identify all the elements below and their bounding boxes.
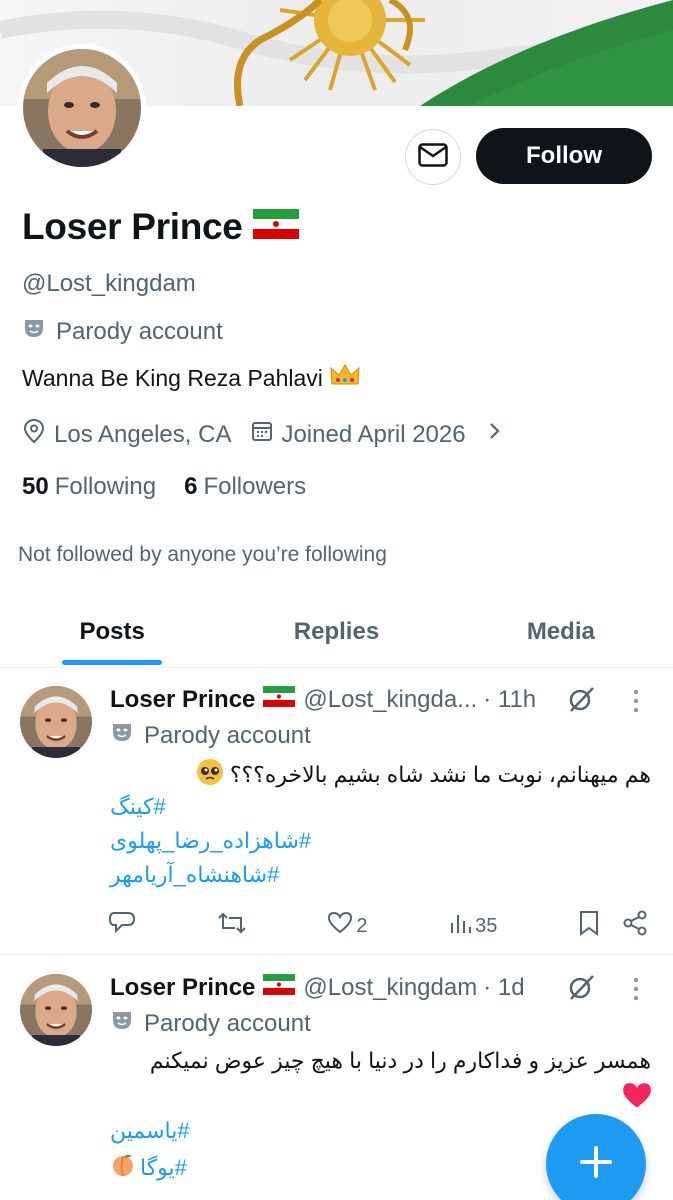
location-item: Los Angeles, CA [22,418,231,451]
heart-icon [327,911,353,941]
crown-icon [329,362,361,394]
post-author-handle[interactable]: @Lost_kingda... [303,686,477,714]
repost-button[interactable] [217,910,247,942]
repost-icon [217,910,247,942]
reply-button[interactable] [108,910,136,942]
iran-flag-icon [263,686,296,714]
follow-button[interactable]: Follow [476,128,652,184]
hashtag-with-emoji[interactable]: #یوگا [110,1152,187,1184]
post-header: Loser Prince @Lost_kingdam · 1d [110,974,525,1002]
post-author-name[interactable]: Loser Prince [110,686,255,714]
reply-icon [108,910,136,942]
active-tab-indicator [62,660,162,665]
joined-text: Joined April 2026 [281,420,466,448]
tab-posts[interactable]: Posts [0,596,224,667]
post-time[interactable]: · 1d [483,974,524,1002]
grok-icon[interactable] [566,684,596,719]
bio-text: Wanna Be King Reza Pahlavi [22,364,323,391]
post-body: هم میهنانم، نوبت ما نشد شاه بشیم بالاخره… [229,762,651,787]
profile-bio: Wanna Be King Reza Pahlavi [22,362,361,394]
like-button[interactable]: 2 [327,911,367,941]
profile-avatar[interactable] [18,44,146,172]
following-count: 50 [22,473,49,500]
parody-text: Parody account [56,317,223,345]
post-avatar[interactable] [20,686,92,758]
parody-label[interactable]: Parody account [22,316,223,347]
post-parody-label: Parody account [110,1008,311,1039]
followers-count: 6 [184,473,198,500]
post-header: Loser Prince @Lost_kingda... · 11h [110,686,536,714]
views-button[interactable]: 35 [448,911,497,941]
post-parody-label: Parody account [110,720,311,751]
location-text: Los Angeles, CA [54,420,232,448]
post-secondary-actions [578,910,648,942]
peach-emoji-icon [110,1152,136,1184]
tab-media[interactable]: Media [449,596,673,667]
location-pin-icon [22,418,46,451]
profile-tabs: Posts Replies Media [0,596,673,668]
grok-icon[interactable] [566,972,596,1007]
share-icon[interactable] [622,910,648,942]
more-options-icon[interactable] [630,976,642,1007]
followers-label: Followers [203,473,307,500]
tab-posts-label: Posts [79,617,145,645]
tab-media-label: Media [526,617,595,645]
post-item[interactable]: Loser Prince @Lost_kingda... · 11h Parod… [0,670,673,955]
display-name-text: Loser Prince [22,206,243,247]
hashtag[interactable]: #شاهنشاه_آریامهر [110,862,279,888]
mask-icon [110,1008,134,1039]
not-followed-notice: Not followed by anyone you’re following [18,543,387,566]
heart-emoji-icon [622,1082,652,1115]
post-actions: 2 35 [108,910,648,942]
like-count: 2 [356,914,368,937]
post-avatar[interactable] [20,974,92,1046]
tab-replies[interactable]: Replies [224,596,448,667]
calendar-icon [251,420,273,449]
mask-icon [110,720,134,751]
hashtag[interactable]: #شاهزاده_رضا_پهلوی [110,828,311,854]
post-time[interactable]: · 11h [483,686,536,714]
pleading-face-emoji-icon [196,758,224,792]
bookmark-icon[interactable] [578,910,600,942]
views-count: 35 [475,914,498,937]
chevron-right-icon[interactable] [486,420,502,449]
profile-handle: @Lost_kingdam [22,270,196,297]
post-text: هم میهنانم، نوبت ما نشد شاه بشیم بالاخره… [196,758,651,792]
profile-meta: Los Angeles, CA Joined April 2026 [22,418,502,451]
display-name: Loser Prince [22,206,299,248]
hashtag[interactable]: #یوگا [140,1155,187,1181]
more-options-icon[interactable] [630,688,642,719]
tab-replies-label: Replies [293,617,380,645]
plus-icon [578,1144,614,1185]
iran-flag-icon [263,974,296,1002]
parody-text: Parody account [144,721,311,749]
following-link[interactable]: 50 Following [22,473,156,501]
post-author-name[interactable]: Loser Prince [110,974,255,1002]
post-body: همسر عزیز و فداکارم را در دنیا با هیچ چی… [149,1048,651,1073]
following-label: Following [54,473,157,500]
hashtag[interactable]: #یاسمین [110,1118,190,1144]
parody-text: Parody account [144,1009,311,1037]
followers-link[interactable]: 6 Followers [184,473,306,501]
joined-item: Joined April 2026 [251,420,466,449]
hashtag[interactable]: #کینگ [110,794,166,820]
post-author-handle[interactable]: @Lost_kingdam [303,974,477,1002]
mask-icon [22,316,46,347]
views-chart-icon [448,911,472,941]
message-button[interactable] [405,129,461,185]
follow-counts: 50 Following 6 Followers [22,473,306,501]
mail-icon [418,142,448,172]
iran-flag-icon [252,206,299,248]
